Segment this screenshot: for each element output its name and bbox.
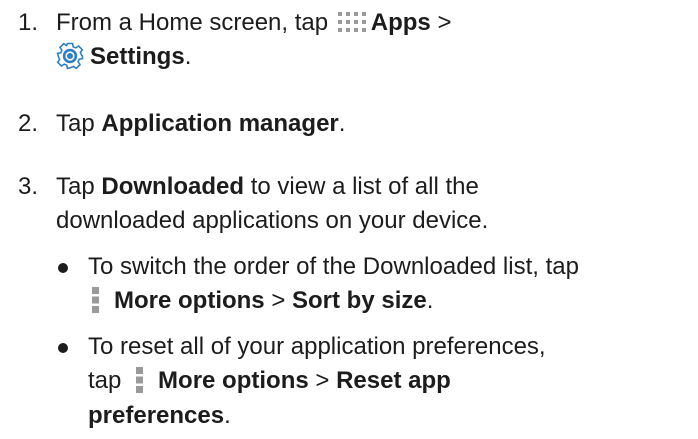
separator: > [271,287,286,314]
step-text-line2: downloaded applications on your device. [56,207,489,234]
step-text-prefix: From a Home screen, tap [56,9,329,36]
bullet-line1: To switch the order of the Downloaded li… [88,253,579,280]
step-number: 1. [18,9,39,36]
separator: > [315,367,330,394]
period: . [184,43,192,70]
step-number: 2. [18,110,39,137]
sort-by-size-label: Sort by size [292,287,427,314]
downloaded-label: Downloaded [101,173,245,200]
step-text-prefix: Tap [56,110,95,137]
apps-label: Apps [370,9,431,36]
separator: > [437,9,452,36]
step-2: 2. Tap Application manager. [0,107,690,141]
step-1: 1. From a Home screen, tap Apps > Settin… [0,6,690,74]
reset-app-label: Reset app [336,367,451,394]
step-text-rest: to view a list of all the [250,173,479,200]
more-options-icon [136,365,144,395]
preferences-label: preferences [88,401,225,429]
more-options-icon [92,285,100,315]
bullet-line1: To reset all of your application prefere… [88,333,546,360]
step-text-prefix: Tap [56,173,95,200]
bullet-dot [58,263,68,273]
step-text: Tap Downloaded to view a list of all the… [56,170,690,238]
bullet-dot [58,343,68,353]
period: . [426,287,434,314]
bullet-sort-by-size: To switch the order of the Downloaded li… [0,250,690,319]
step-number: 3. [18,173,39,200]
bullet-reset-preferences: To reset all of your application prefere… [0,330,690,433]
step-text: Tap Application manager. [56,107,690,141]
step-text: From a Home screen, tap Apps > Settings. [56,6,690,74]
period: . [338,110,346,137]
apps-grid-icon [337,11,367,33]
bullet-text: To reset all of your application prefere… [88,330,690,433]
more-options-label: More options [158,367,309,394]
more-options-label: More options [114,287,265,314]
bullet-prefix: tap [88,367,122,394]
step-3: 3. Tap Downloaded to view a list of all … [0,170,690,238]
instructions-document: 1. From a Home screen, tap Apps > Settin… [0,0,698,439]
bullet-text: To switch the order of the Downloaded li… [88,250,690,319]
settings-label: Settings [90,43,185,70]
application-manager-label: Application manager [101,110,339,137]
settings-gear-icon [56,42,84,70]
period: . [224,401,231,429]
